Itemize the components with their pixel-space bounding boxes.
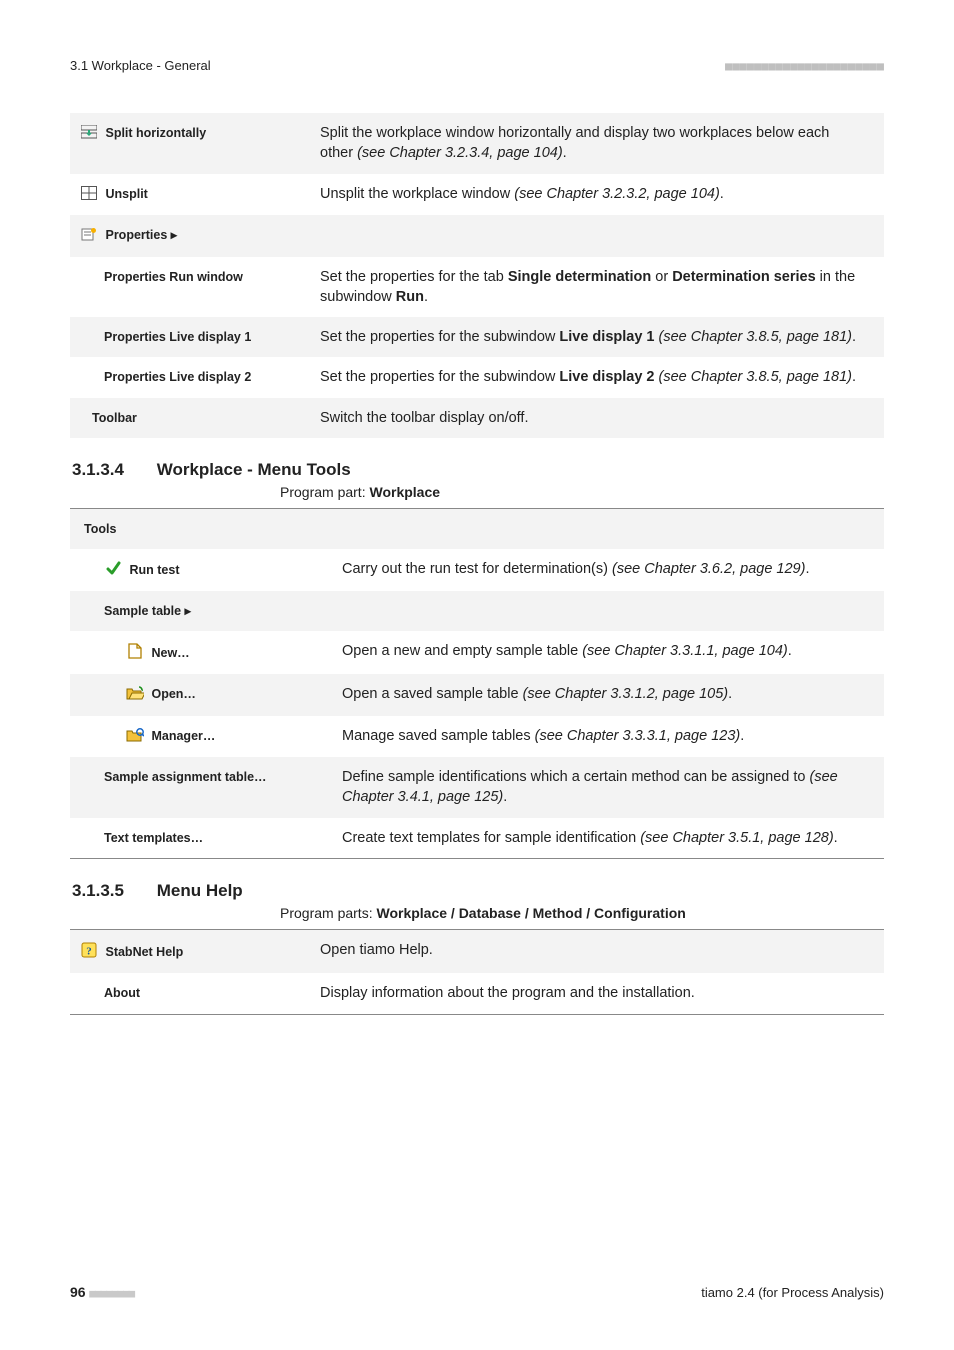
unsplit-ref: (see Chapter 3.2.3.2, page 104) [514, 186, 720, 202]
help-menu-table: ? StabNet Help Open tiamo Help. About Di… [70, 929, 884, 1014]
new-ref: (see Chapter 3.3.1.1, page 104) [582, 643, 788, 659]
run-test-label: Run test [129, 563, 179, 577]
section-3135-num: 3.1.3.5 [72, 881, 124, 900]
prop-ld2-d3: . [852, 369, 856, 385]
footer-product: tiamo 2.4 (for Process Analysis) [701, 1285, 884, 1300]
properties-ld1-label: Properties Live display 1 [70, 317, 314, 357]
unsplit-icon [80, 186, 98, 206]
sec2-pp-prefix: Program parts: [280, 905, 376, 921]
sec2-pp-bold: Workplace / Database / Method / Configur… [376, 905, 685, 921]
unsplit-label: Unsplit [105, 187, 147, 201]
about-label: About [70, 973, 314, 1013]
footer-ornament: ■■■■■■■■ [89, 1287, 134, 1300]
run-test-icon [104, 561, 122, 582]
prop-ld2-b1: Live display 2 [559, 369, 654, 385]
templates-d1: Create text templates for sample identif… [342, 830, 640, 846]
stabnet-help-label: StabNet Help [105, 945, 183, 959]
assign-d2: . [503, 789, 507, 805]
sec1-pp-prefix: Program part: [280, 484, 369, 500]
split-horizontal-label: Split horizontally [105, 126, 206, 140]
prop-ld2-ref: (see Chapter 3.8.5, page 181) [659, 369, 852, 385]
section-3134-title: Workplace - Menu Tools [157, 460, 351, 479]
prop-ld1-d1: Set the properties for the subwindow [320, 329, 559, 345]
run-test-d2: . [805, 561, 809, 577]
assign-d1: Define sample identifications which a ce… [342, 769, 810, 785]
tools-header: Tools [70, 509, 884, 549]
manager-icon [126, 728, 144, 748]
new-icon [126, 643, 144, 665]
prop-run-d2: or [651, 269, 672, 285]
manager-ref: (see Chapter 3.3.3.1, page 123) [535, 728, 741, 744]
header-ornament: ■■■■■■■■■■■■■■■■■■■■■■ [725, 59, 884, 73]
new-label: New… [151, 646, 189, 660]
breadcrumb: 3.1 Workplace - General [70, 58, 211, 73]
split-horizontal-desc-b: . [563, 145, 567, 161]
about-desc: Display information about the program an… [314, 973, 884, 1013]
tools-menu-table: Tools Run test Carry out the run test fo… [70, 508, 884, 858]
templates-ref: (see Chapter 3.5.1, page 128) [640, 830, 833, 846]
toolbar-label: Toolbar [70, 398, 314, 438]
section-3135-title: Menu Help [157, 881, 243, 900]
text-templates-label: Text templates… [70, 818, 336, 858]
prop-ld1-d3: . [852, 329, 856, 345]
sec1-pp-bold: Workplace [369, 484, 440, 500]
open-d1: Open a saved sample table [342, 686, 523, 702]
properties-label: Properties ▸ [105, 228, 177, 242]
toolbar-desc: Switch the toolbar display on/off. [314, 398, 884, 438]
templates-d2: . [834, 830, 838, 846]
split-horizontal-icon [80, 125, 98, 145]
unsplit-desc-a: Unsplit the workplace window [320, 186, 514, 202]
prop-run-d1: Set the properties for the tab [320, 269, 508, 285]
run-test-ref: (see Chapter 3.6.2, page 129) [612, 561, 805, 577]
section-3134-num: 3.1.3.4 [72, 460, 124, 479]
prop-run-b2: Determination series [672, 269, 815, 285]
prop-ld1-b1: Live display 1 [559, 329, 654, 345]
new-d1: Open a new and empty sample table [342, 643, 582, 659]
svg-text:?: ? [86, 945, 92, 957]
prop-ld1-ref: (see Chapter 3.8.5, page 181) [659, 329, 852, 345]
sample-table-label: Sample table ▸ [70, 591, 884, 631]
unsplit-desc-b: . [720, 186, 724, 202]
properties-run-label: Properties Run window [70, 257, 314, 318]
new-d2: . [788, 643, 792, 659]
open-d2: . [728, 686, 732, 702]
manager-d2: . [740, 728, 744, 744]
manager-label: Manager… [151, 729, 215, 743]
open-icon [126, 686, 144, 706]
manager-d1: Manage saved sample tables [342, 728, 535, 744]
sample-assignment-label: Sample assignment table… [70, 757, 336, 818]
prop-ld2-d1: Set the properties for the subwindow [320, 369, 559, 385]
help-icon: ? [80, 942, 98, 964]
run-test-d1: Carry out the run test for determination… [342, 561, 612, 577]
stabnet-help-desc: Open tiamo Help. [314, 929, 884, 973]
page-number: 96 [70, 1284, 86, 1300]
prop-run-b1: Single determination [508, 269, 651, 285]
open-label: Open… [151, 687, 195, 701]
prop-run-d4: . [424, 289, 428, 305]
properties-ld2-label: Properties Live display 2 [70, 357, 314, 397]
properties-icon [80, 227, 98, 247]
view-menu-table: Split horizontally Split the workplace w… [70, 113, 884, 438]
prop-run-b3: Run [396, 289, 424, 305]
split-horizontal-ref: (see Chapter 3.2.3.4, page 104) [357, 145, 563, 161]
open-ref: (see Chapter 3.3.1.2, page 105) [523, 686, 729, 702]
